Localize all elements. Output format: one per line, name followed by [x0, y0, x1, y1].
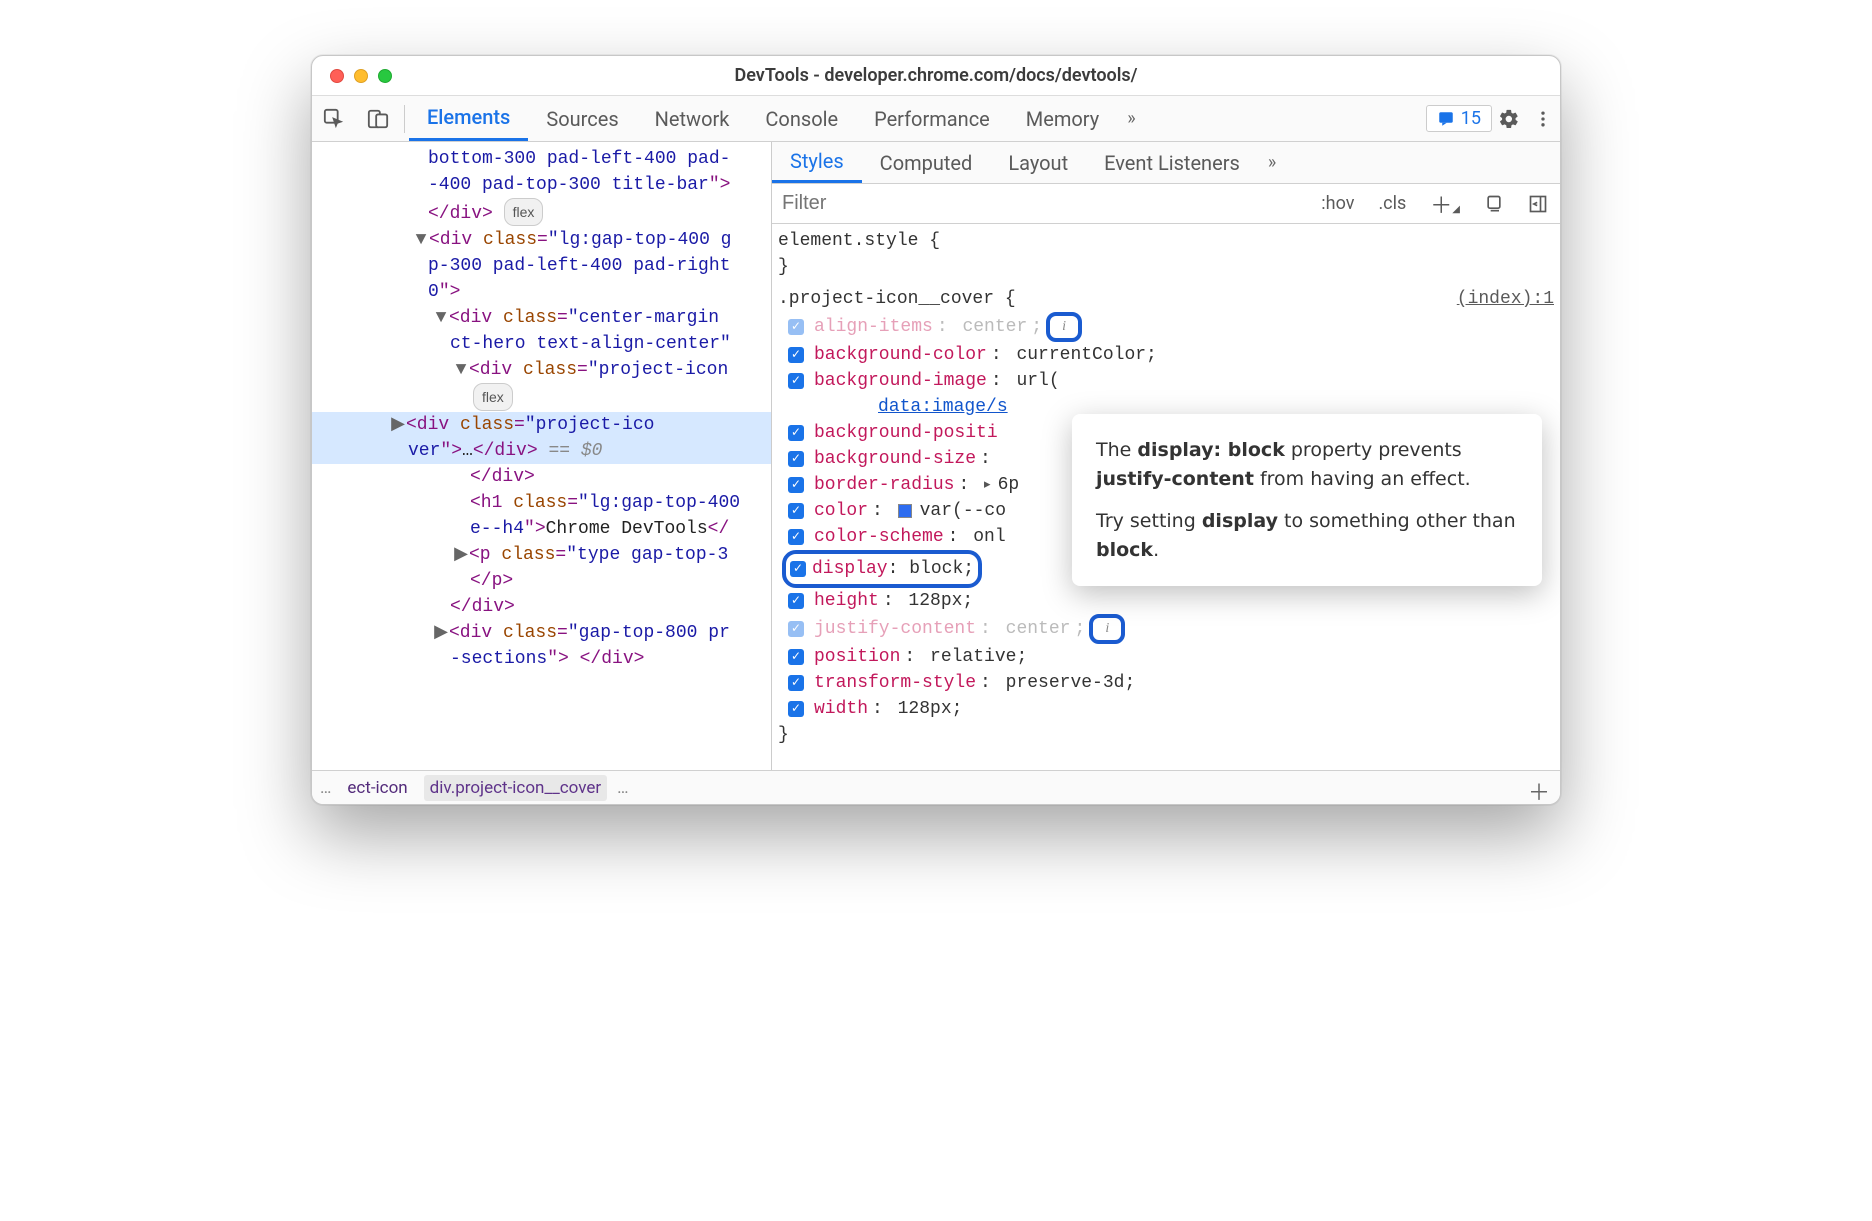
crumb-ellipsis[interactable]: …	[320, 778, 331, 798]
flex-badge[interactable]: flex	[504, 198, 544, 226]
issues-count: 15	[1461, 108, 1481, 129]
styles-panel: Styles Computed Layout Event Listeners »…	[772, 142, 1560, 770]
copy-styles-icon[interactable]	[1472, 184, 1516, 223]
checkbox-icon[interactable]: ✓	[788, 425, 804, 441]
checkbox-icon[interactable]: ✓	[788, 319, 804, 335]
css-hint-tooltip: The display: block property prevents jus…	[1072, 414, 1542, 586]
more-styles-tabs-icon[interactable]: »	[1268, 152, 1276, 173]
hint-ring-2: i	[1089, 614, 1125, 644]
cls-button[interactable]: .cls	[1366, 184, 1418, 223]
checkbox-icon[interactable]: ✓	[790, 561, 806, 577]
hov-button[interactable]: :hov	[1309, 184, 1366, 223]
device-toggle-icon[interactable]	[360, 101, 396, 137]
prop-height[interactable]: ✓ height: 128px;	[778, 588, 1554, 614]
checkbox-icon[interactable]: ✓	[788, 529, 804, 545]
tab-computed[interactable]: Computed	[862, 142, 991, 183]
tab-event-listeners[interactable]: Event Listeners	[1086, 142, 1258, 183]
checkbox-icon[interactable]: ✓	[788, 347, 804, 363]
checkbox-icon[interactable]: ✓	[788, 373, 804, 389]
prop-position[interactable]: ✓ position: relative;	[778, 644, 1554, 670]
tab-styles[interactable]: Styles	[772, 142, 862, 183]
window-title: DevTools - developer.chrome.com/docs/dev…	[312, 65, 1560, 86]
separator	[404, 105, 405, 133]
checkbox-icon[interactable]: ✓	[788, 593, 804, 609]
selected-dom-node[interactable]: ⋯ ▶<div class="project-ico	[312, 412, 771, 438]
tab-network[interactable]: Network	[637, 96, 748, 141]
settings-icon[interactable]	[1492, 102, 1526, 136]
tab-elements[interactable]: Elements	[409, 96, 528, 141]
inspect-icon[interactable]	[316, 101, 352, 137]
checkbox-icon[interactable]: ✓	[788, 503, 804, 519]
close-window-button[interactable]	[330, 69, 344, 83]
filter-input[interactable]	[772, 186, 1309, 221]
hint-ring: i	[1046, 312, 1082, 342]
crumb-ellipsis-2[interactable]: …	[617, 778, 628, 798]
elements-tree[interactable]: bottom-300 pad-left-400 pad- -400 pad-to…	[312, 142, 772, 770]
styles-tabs: Styles Computed Layout Event Listeners »	[772, 142, 1560, 184]
more-tabs-icon[interactable]: »	[1127, 108, 1135, 129]
checkbox-icon[interactable]: ✓	[788, 701, 804, 717]
checkbox-icon[interactable]: ✓	[788, 621, 804, 637]
tab-sources[interactable]: Sources	[528, 96, 636, 141]
new-rule-button[interactable]: ＋◢	[1418, 184, 1472, 223]
tab-console[interactable]: Console	[747, 96, 856, 141]
checkbox-icon[interactable]: ✓	[788, 675, 804, 691]
rule-source-link[interactable]: (index):1	[1457, 286, 1554, 312]
prop-align-items[interactable]: ✓ align-items: center; i	[778, 312, 1554, 342]
crumb-selected[interactable]: div.project-icon__cover	[424, 775, 607, 801]
prop-background-image[interactable]: ✓ background-image: url(	[778, 368, 1554, 394]
more-menu-icon[interactable]	[1526, 102, 1560, 136]
minimize-window-button[interactable]	[354, 69, 368, 83]
tab-performance[interactable]: Performance	[856, 96, 1008, 141]
tab-layout[interactable]: Layout	[990, 142, 1086, 183]
breadcrumb: … ect-icon div.project-icon__cover … ＋	[312, 770, 1560, 804]
info-icon[interactable]: i	[1054, 317, 1074, 337]
crumb-parent[interactable]: ect-icon	[341, 775, 413, 801]
zoom-window-button[interactable]	[378, 69, 392, 83]
add-breadcrumb-icon[interactable]: ＋	[1528, 775, 1550, 805]
tab-memory[interactable]: Memory	[1008, 96, 1117, 141]
window: DevTools - developer.chrome.com/docs/dev…	[311, 55, 1561, 805]
rules-list: element.style { } .project-icon__cover {…	[772, 224, 1560, 770]
color-swatch[interactable]	[898, 504, 912, 518]
rule-header: .project-icon__cover { (index):1	[778, 286, 1554, 312]
prop-justify-content[interactable]: ✓ justify-content: center; i	[778, 614, 1554, 644]
info-icon[interactable]: i	[1097, 619, 1117, 639]
prop-transform-style[interactable]: ✓ transform-style: preserve-3d;	[778, 670, 1554, 696]
display-ring: ✓ display: block;	[782, 550, 982, 588]
filter-row: :hov .cls ＋◢	[772, 184, 1560, 224]
titlebar: DevTools - developer.chrome.com/docs/dev…	[312, 56, 1560, 96]
checkbox-icon[interactable]: ✓	[788, 477, 804, 493]
toolbar: Elements Sources Network Console Perform…	[312, 96, 1560, 142]
checkbox-icon[interactable]: ✓	[788, 649, 804, 665]
traffic-lights	[312, 69, 392, 83]
prop-width[interactable]: ✓ width: 128px;	[778, 696, 1554, 722]
main-split: bottom-300 pad-left-400 pad- -400 pad-to…	[312, 142, 1560, 770]
prop-background-color[interactable]: ✓ background-color: currentColor;	[778, 342, 1554, 368]
computed-drawer-icon[interactable]	[1516, 184, 1560, 223]
issues-button[interactable]: 15	[1426, 105, 1492, 132]
element-style-rule: element.style {	[778, 228, 1554, 254]
checkbox-icon[interactable]: ✓	[788, 451, 804, 467]
flex-badge-2[interactable]: flex	[473, 383, 513, 411]
